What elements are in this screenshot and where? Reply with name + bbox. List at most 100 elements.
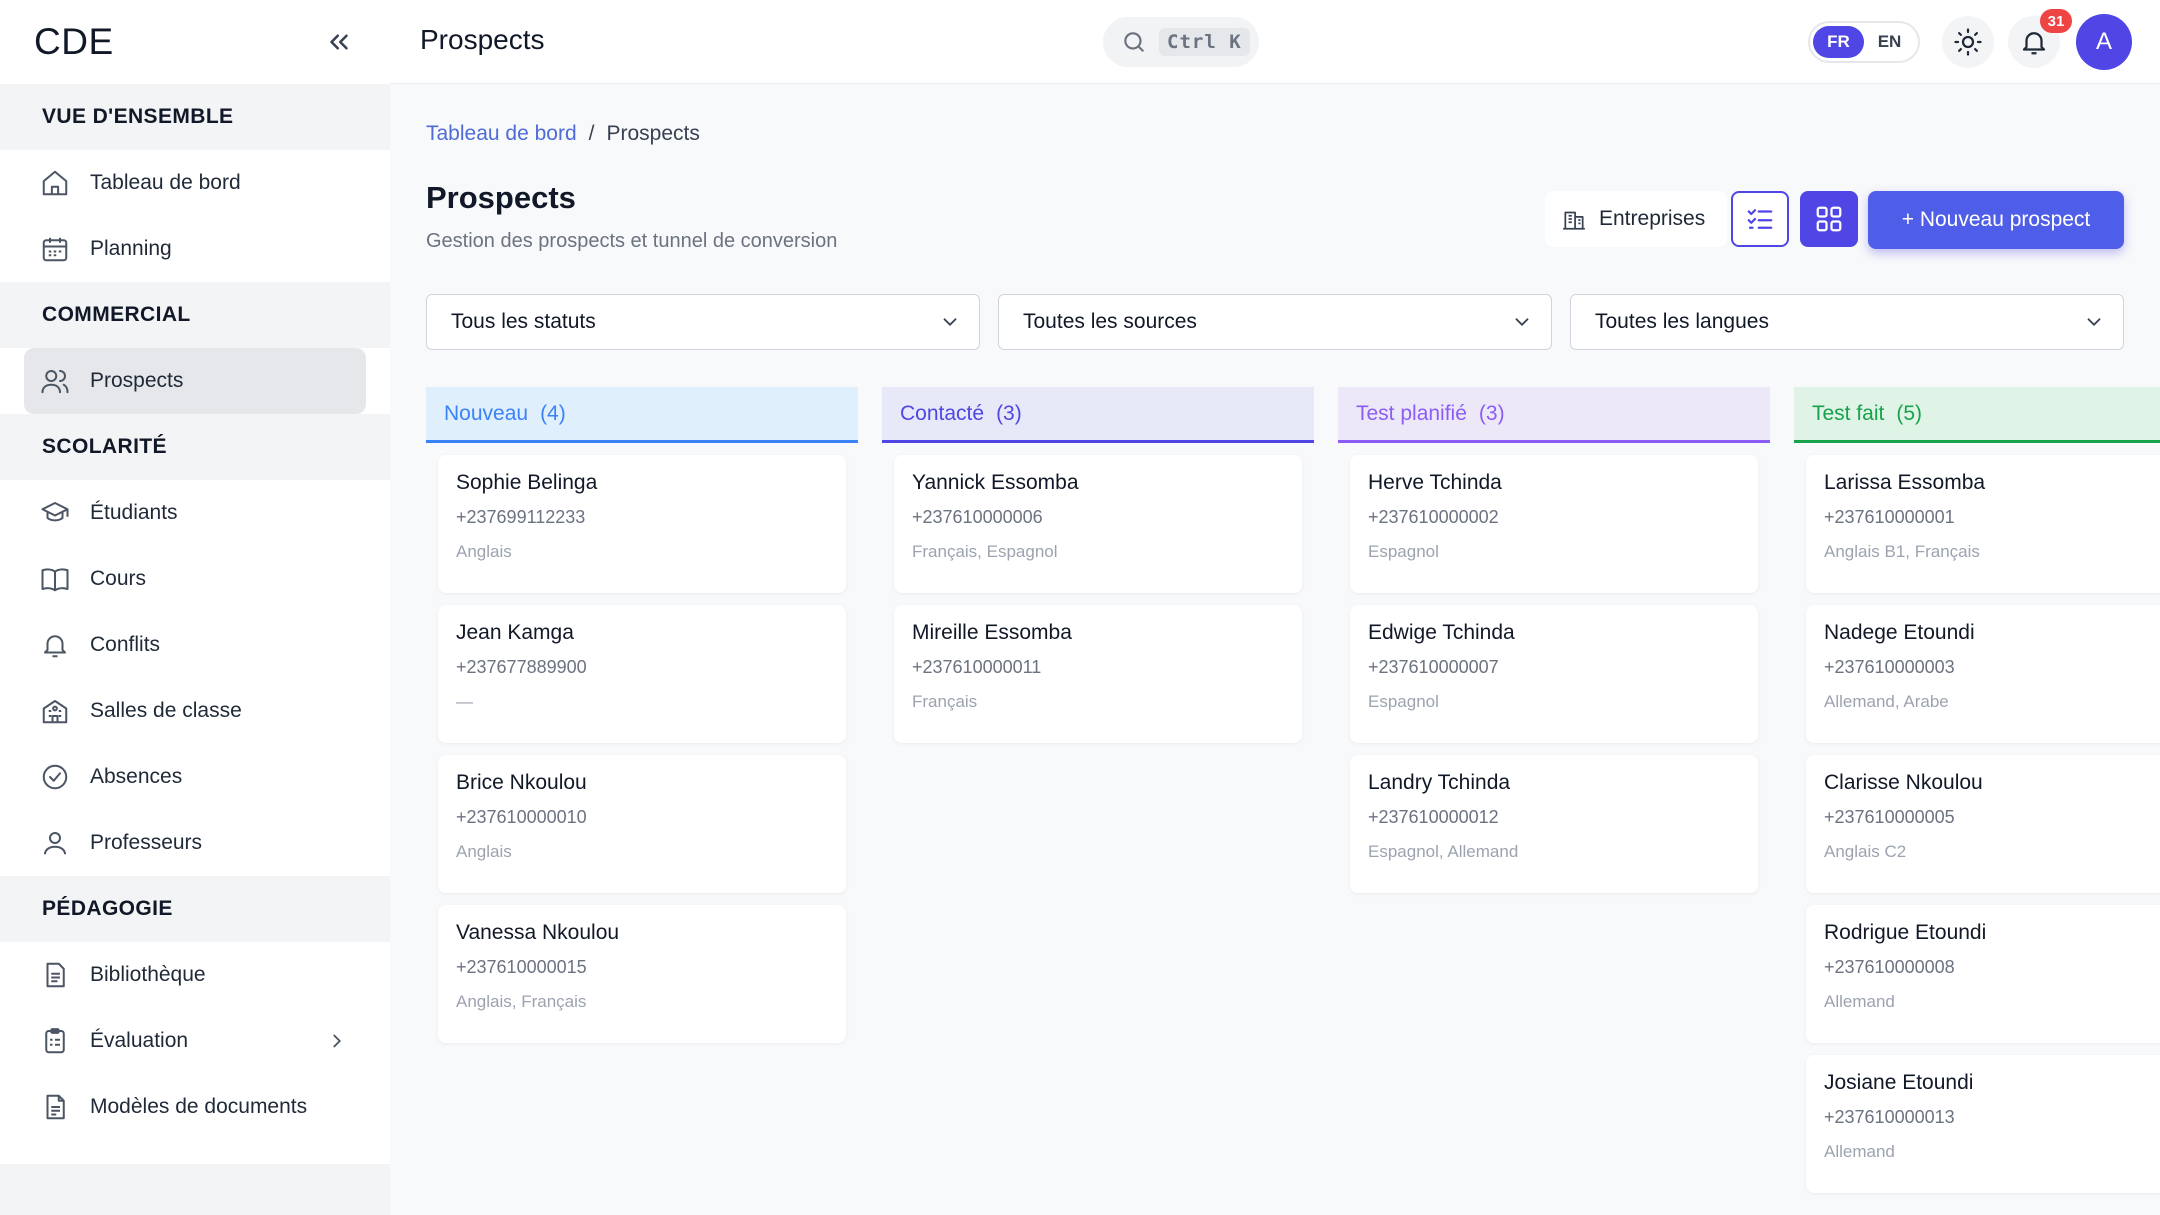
prospect-languages: Espagnol [1368,692,1439,711]
prospect-name: Brice Nkoulou [456,771,587,794]
prospect-phone: +237610000005 [1824,807,1955,827]
kanban-column: Test planifié (3) Herve Tchinda +2376100000… [1338,387,1770,905]
prospect-name: Rodrigue Etoundi [1824,921,1987,944]
document-icon [46,962,65,988]
user-avatar[interactable]: A [2076,14,2132,70]
prospect-phone: +237699112233 [456,507,586,527]
prospect-card[interactable]: Vanessa Nkoulou +237610000015 Anglais, Fra… [438,905,846,1043]
prospect-name: Sophie Belinga [456,471,598,494]
prospect-name: Landry Tchinda [1368,771,1511,794]
list-checks-icon [1747,209,1773,229]
theme-toggle-button[interactable] [1942,16,1994,68]
column-count: (4) [540,401,566,425]
column-header: Test fait (5) [1794,387,2160,443]
sidebar-item-label: Tableau de bord [90,171,241,194]
sidebar-item-prospects[interactable]: Prospects [24,348,366,414]
prospect-card[interactable]: Yannick Essomba +237610000006 Français, Es… [894,455,1302,593]
sidebar-item-modeles-de-documents[interactable]: Modèles de documents [24,1074,366,1140]
chevron-down-icon [2087,318,2101,327]
sidebar-item-salles-de-classe[interactable]: Salles de classe [24,678,366,744]
bell-icon [44,635,66,658]
search-button[interactable]: Ctrl K [1103,17,1259,67]
sidebar-item-label: Professeurs [90,831,203,854]
language-fr[interactable]: FR [1813,26,1864,58]
home-icon [42,170,68,196]
prospect-name: Mireille Essomba [912,621,1072,644]
book-icon [41,568,69,592]
sidebar: CDE VUE D'ENSEMBLE Tableau de bord Plann… [0,0,390,1215]
prospect-languages: Anglais [456,842,512,861]
language-filter-select[interactable]: Toutes les langues [1570,294,2124,350]
prospect-card[interactable]: Brice Nkoulou +237610000010 Anglais [438,755,846,893]
source-filter-select[interactable]: Toutes les sources [998,294,1552,350]
kanban-view-button[interactable] [1800,191,1858,247]
source-filter-value: Toutes les sources [1023,310,1197,333]
prospect-card[interactable]: Edwige Tchinda +237610000007 Espagnol [1350,605,1758,743]
sidebar-item-label: Étudiants [90,501,178,524]
sidebar-item-label: Prospects [90,369,184,392]
prospect-languages: Français [912,692,978,711]
search-shortcut: Ctrl K [1159,28,1250,56]
language-en[interactable]: EN [1864,26,1915,58]
sidebar-item-conflits[interactable]: Conflits [24,612,366,678]
prospect-name: Edwige Tchinda [1368,621,1515,644]
notifications-button[interactable]: 31 [2008,9,2072,68]
sidebar-section-title: VUE D'ENSEMBLE [42,105,234,128]
prospect-card[interactable]: Rodrigue Etoundi +237610000008 Allemand [1806,905,2160,1043]
chevron-down-icon [943,318,957,327]
list-view-button[interactable] [1731,191,1789,247]
prospect-name: Josiane Etoundi [1824,1071,1974,1094]
prospect-phone: +237610000011 [912,657,1042,677]
prospect-name: Vanessa Nkoulou [456,921,620,944]
users-icon [41,370,69,394]
prospect-phone: +237610000006 [912,507,1043,527]
sidebar-item-absences[interactable]: Absences [24,744,366,810]
sidebar-item-planning[interactable]: Planning [24,216,366,282]
companies-button[interactable]: Entreprises [1545,191,1728,247]
prospect-languages: Allemand, Arabe [1824,692,1949,711]
grid-icon [1816,206,1842,232]
chevron-down-icon [1515,318,1529,327]
header-title: Prospects [420,24,545,55]
prospect-phone: +237610000012 [1368,807,1499,827]
prospect-languages: Anglais C2 [1824,842,1907,861]
prospect-card[interactable]: Josiane Etoundi +237610000013 Allemand [1806,1055,2160,1193]
column-count: (5) [1896,401,1923,425]
sidebar-item-etudiants[interactable]: Étudiants [24,480,366,546]
sidebar-item-professeurs[interactable]: Professeurs [24,810,366,876]
kanban-column: Nouveau (4) Sophie Belinga +237699112233 Ang… [426,387,858,1055]
clipboard-icon [45,1028,65,1054]
prospect-card[interactable]: Herve Tchinda +237610000002 Espagnol [1350,455,1758,593]
prospect-card[interactable]: Nadege Etoundi +237610000003 Allemand, Ara… [1806,605,2160,743]
prospect-card[interactable]: Sophie Belinga +237699112233 Anglais [438,455,846,593]
prospect-card[interactable]: Larissa Essomba +237610000001 Anglais B1, … [1806,455,2160,593]
page-subtitle: Gestion des prospects et tunnel de conve… [426,230,838,252]
companies-button-label: Entreprises [1599,207,1706,230]
school-icon [42,700,68,724]
prospect-name: Larissa Essomba [1824,471,1986,494]
prospect-card[interactable]: Mireille Essomba +237610000011 Français [894,605,1302,743]
prospect-card[interactable]: Landry Tchinda +237610000012 Espagnol, All… [1350,755,1758,893]
sidebar-item-label: Salles de classe [90,699,242,722]
prospect-card[interactable]: Jean Kamga +237677889900 — [438,605,846,743]
collapse-sidebar-button[interactable] [322,25,356,59]
prospect-name: Herve Tchinda [1368,471,1502,494]
prospect-languages: Anglais, Français [456,992,587,1011]
prospect-languages: Espagnol [1368,542,1439,561]
prospect-card[interactable]: Clarisse Nkoulou +237610000005 Anglais C2 [1806,755,2160,893]
sidebar-group-overview: Tableau de bord Planning [0,150,390,282]
sidebar-group-commercial: Prospects [0,348,390,414]
sidebar-item-bibliotheque[interactable]: Bibliothèque [24,942,366,1008]
status-filter-value: Tous les statuts [451,310,596,333]
sidebar-item-cours[interactable]: Cours [24,546,366,612]
sidebar-item-tableau-de-bord[interactable]: Tableau de bord [24,150,366,216]
column-title: Nouveau [444,401,529,425]
sidebar-item-evaluation[interactable]: Évaluation [24,1008,366,1074]
building-icon [1563,211,1585,230]
new-prospect-button[interactable]: + Nouveau prospect [1868,191,2124,249]
language-switcher: FR EN [1808,21,1920,63]
breadcrumb-home-link[interactable]: Tableau de bord [426,122,577,146]
top-header: Prospects Ctrl K FR EN 31 A [390,0,2160,84]
status-filter-select[interactable]: Tous les statuts [426,294,980,350]
sidebar-section-title: PÉDAGOGIE [42,897,173,920]
